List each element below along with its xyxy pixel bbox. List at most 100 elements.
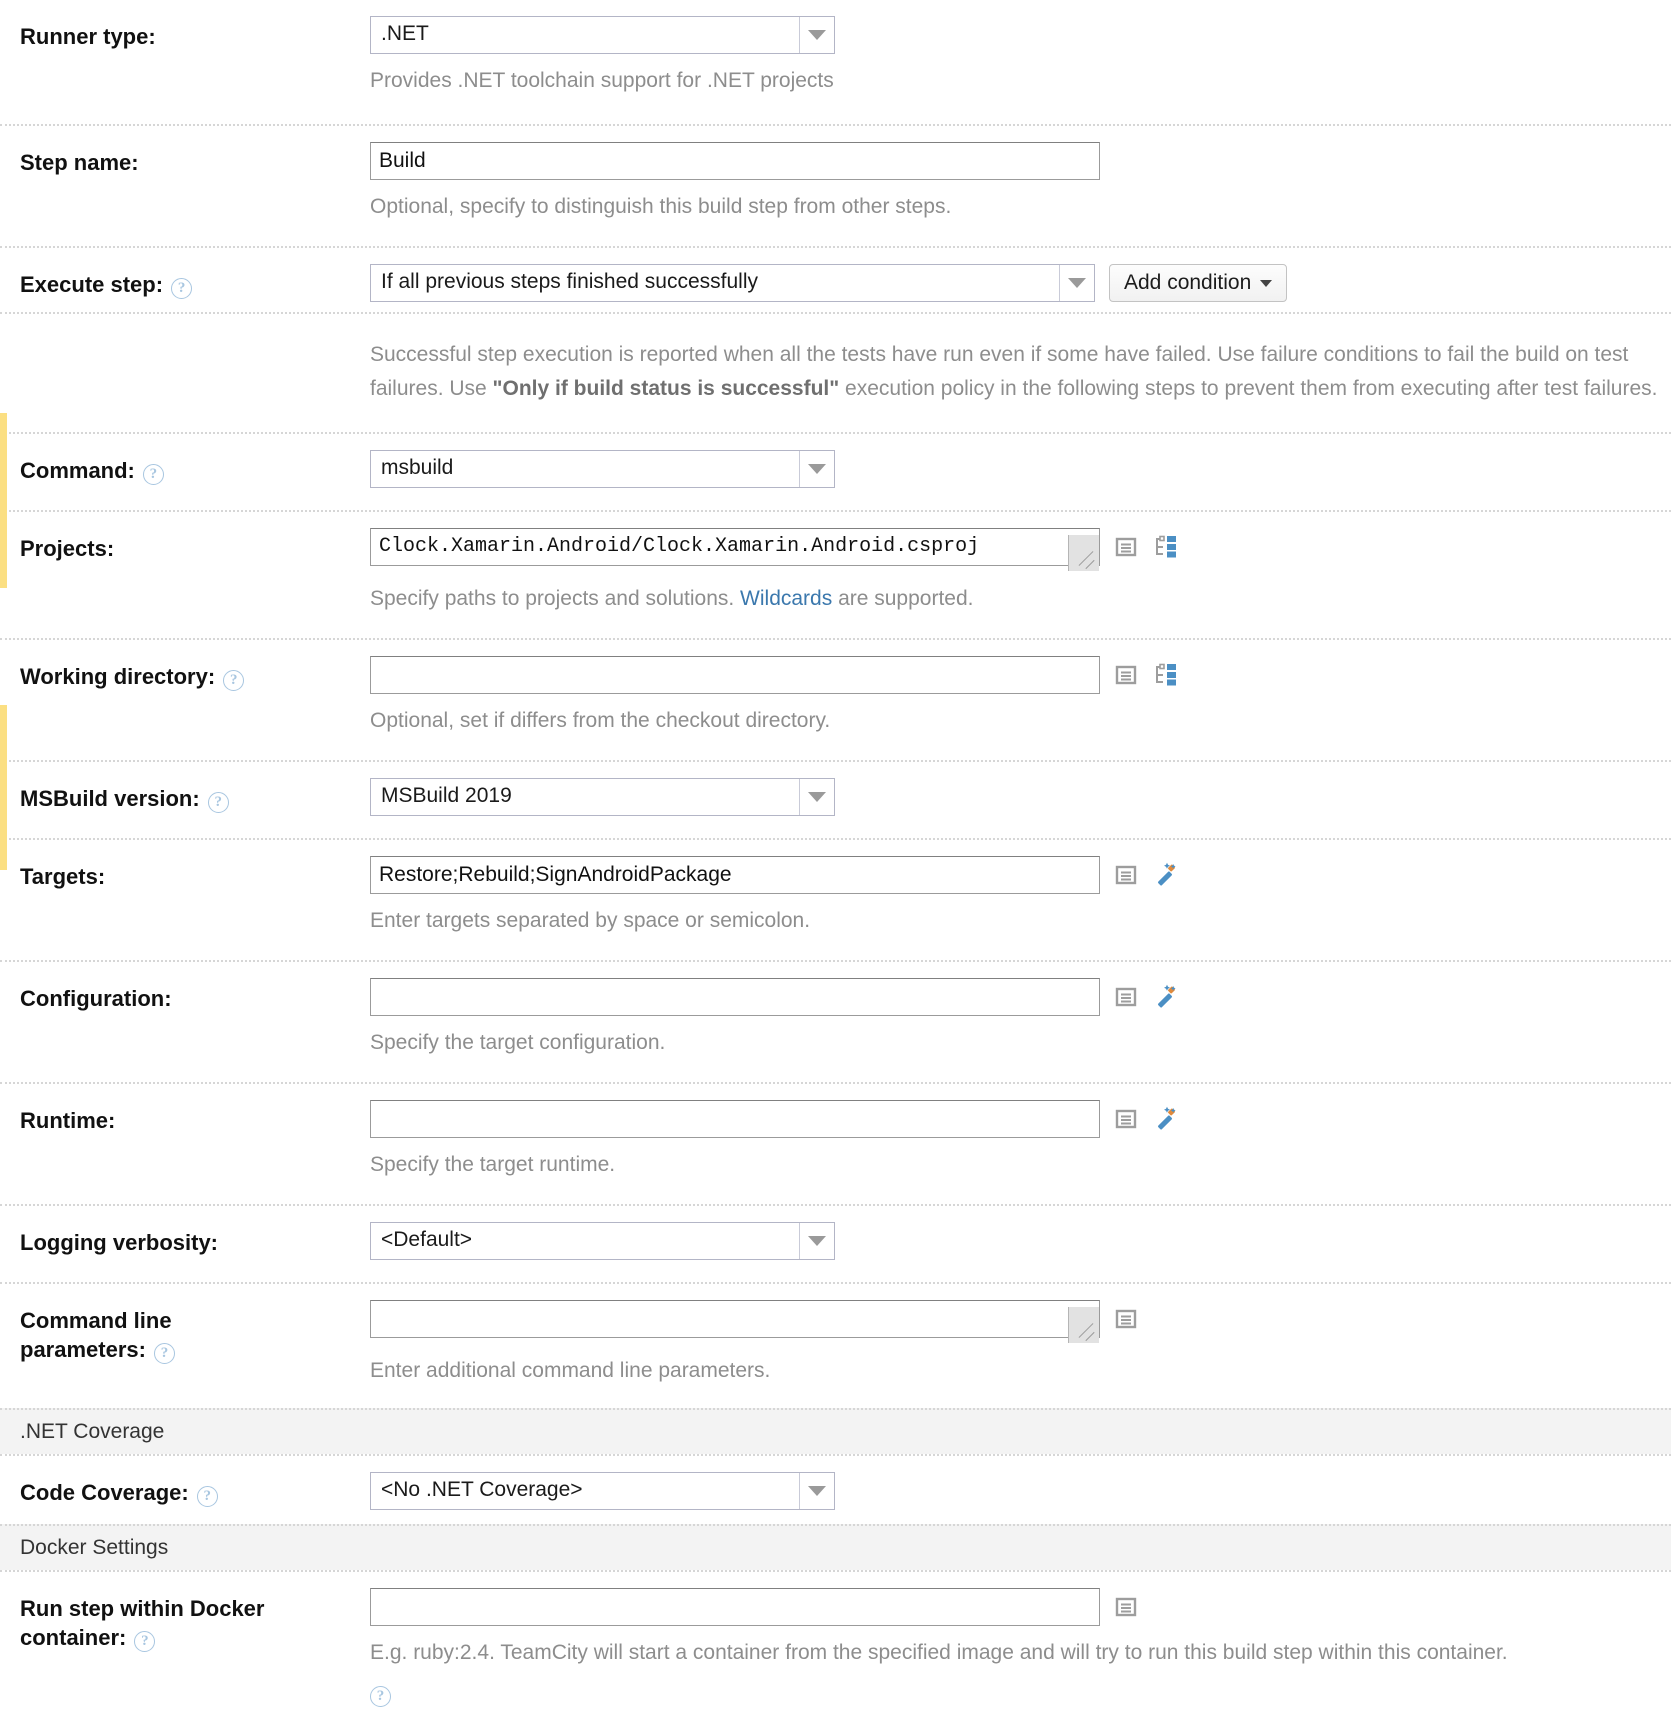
help-icon[interactable]: ? bbox=[223, 670, 245, 692]
parameter-list-icon[interactable] bbox=[1114, 863, 1138, 887]
projects-hint-part2: are supported. bbox=[832, 587, 974, 611]
msbuild-version-label: MSBuild version: ? bbox=[0, 762, 370, 819]
help-icon[interactable]: ? bbox=[196, 1486, 218, 1508]
add-condition-button[interactable]: Add condition bbox=[1109, 264, 1288, 303]
code-coverage-label: Code Coverage: ? bbox=[0, 1456, 370, 1513]
row-runner-type: Runner type: .NET Provides .NET toolchai… bbox=[0, 0, 1671, 108]
command-line-parameters-icon-group bbox=[1114, 1300, 1138, 1338]
configuration-hint: Specify the target configuration. bbox=[370, 1031, 666, 1055]
docker-container-label: Run step within Docker container: ? bbox=[0, 1572, 370, 1658]
configuration-label: Configuration: bbox=[0, 962, 370, 1019]
row-docker-container: Run step within Docker container: ? E.g.… bbox=[0, 1570, 1671, 1717]
code-coverage-label-text: Code Coverage: bbox=[20, 1480, 189, 1506]
command-line-parameters-textarea[interactable] bbox=[370, 1300, 1100, 1339]
logging-verbosity-label: Logging verbosity: bbox=[0, 1206, 370, 1263]
wildcards-link[interactable]: Wildcards bbox=[740, 587, 832, 610]
targets-hint: Enter targets separated by space or semi… bbox=[370, 909, 811, 933]
execute-step-hint-cell: Successful step execution is reported wh… bbox=[370, 314, 1671, 416]
projects-textarea[interactable] bbox=[370, 528, 1100, 567]
runner-type-select[interactable]: .NET bbox=[370, 16, 835, 54]
parameter-list-icon[interactable] bbox=[1114, 663, 1138, 687]
chevron-down-icon bbox=[1260, 279, 1273, 287]
targets-label: Targets: bbox=[0, 840, 370, 897]
docker-container-label-line1: Run step within Docker bbox=[20, 1596, 265, 1622]
help-icon[interactable]: ? bbox=[370, 1686, 391, 1708]
code-coverage-select[interactable]: <No .NET Coverage> bbox=[370, 1472, 835, 1511]
working-directory-input[interactable] bbox=[370, 656, 1100, 695]
targets-label-text: Targets: bbox=[20, 864, 106, 890]
command-label: Command: ? bbox=[0, 434, 370, 491]
step-name-input[interactable] bbox=[370, 142, 1100, 181]
row-command-line-parameters: Command line parameters: ? Enter additio… bbox=[0, 1282, 1671, 1398]
projects-icon-group bbox=[1114, 528, 1180, 566]
working-directory-field: Optional, set if differs from the checko… bbox=[370, 640, 1671, 748]
logging-verbosity-field: <Default> bbox=[370, 1206, 1671, 1270]
targets-icon-group bbox=[1114, 856, 1180, 894]
section-header-docker-settings: Docker Settings bbox=[0, 1524, 1671, 1571]
command-line-parameters-textarea-wrap bbox=[370, 1300, 1100, 1344]
docker-container-field: E.g. ruby:2.4. TeamCity will start a con… bbox=[370, 1572, 1671, 1717]
help-icon[interactable]: ? bbox=[142, 464, 164, 486]
docker-container-icon-group bbox=[1114, 1588, 1138, 1626]
help-icon[interactable]: ? bbox=[207, 792, 229, 814]
help-icon[interactable]: ? bbox=[134, 1631, 156, 1653]
runtime-label-text: Runtime: bbox=[20, 1108, 116, 1134]
docker-container-hint: E.g. ruby:2.4. TeamCity will start a con… bbox=[370, 1641, 1508, 1665]
targets-field: Enter targets separated by space or semi… bbox=[370, 840, 1671, 948]
logging-verbosity-select-wrap: <Default> bbox=[370, 1222, 835, 1261]
command-line-parameters-label-line1: Command line bbox=[20, 1308, 172, 1334]
msbuild-version-select-wrap: MSBuild 2019 bbox=[370, 778, 835, 817]
execute-step-select[interactable]: If all previous steps finished successfu… bbox=[370, 264, 1095, 303]
command-select[interactable]: msbuild bbox=[370, 450, 835, 489]
magic-wand-icon[interactable] bbox=[1154, 862, 1180, 888]
execute-step-hint-part2: execution policy in the following steps … bbox=[839, 377, 1658, 401]
row-runtime: Runtime: Specify the target runtime. bbox=[0, 1082, 1671, 1192]
code-coverage-field: <No .NET Coverage> bbox=[370, 1456, 1671, 1524]
row-configuration: Configuration: Specify the target config… bbox=[0, 960, 1671, 1070]
projects-hint-part1: Specify paths to projects and solutions. bbox=[370, 587, 741, 611]
projects-label: Projects: bbox=[0, 512, 370, 569]
runtime-input[interactable] bbox=[370, 1100, 1100, 1139]
magic-wand-icon[interactable] bbox=[1154, 984, 1180, 1010]
logging-verbosity-select[interactable]: <Default> bbox=[370, 1222, 835, 1261]
configuration-field: Specify the target configuration. bbox=[370, 962, 1671, 1070]
row-step-name: Step name: Optional, specify to distingu… bbox=[0, 124, 1671, 234]
row-logging-verbosity: Logging verbosity: <Default> bbox=[0, 1204, 1671, 1270]
row-working-directory: Working directory: ? Optional, set if di… bbox=[0, 638, 1671, 748]
step-name-label-text: Step name: bbox=[20, 150, 139, 176]
help-icon[interactable]: ? bbox=[153, 1343, 175, 1365]
runner-type-label-text: Runner type: bbox=[20, 24, 156, 49]
parameter-list-icon[interactable] bbox=[1114, 1307, 1138, 1331]
step-name-label: Step name: bbox=[0, 126, 370, 183]
docker-container-input[interactable] bbox=[370, 1588, 1100, 1627]
runner-type-hint: Provides .NET toolchain support for .NET… bbox=[370, 69, 834, 92]
msbuild-version-select[interactable]: MSBuild 2019 bbox=[370, 778, 835, 817]
parameter-list-icon[interactable] bbox=[1114, 535, 1138, 559]
code-coverage-select-wrap: <No .NET Coverage> bbox=[370, 1472, 835, 1511]
magic-wand-icon[interactable] bbox=[1154, 1106, 1180, 1132]
row-execute-step: Execute step: ? If all previous steps fi… bbox=[0, 246, 1671, 312]
parameter-list-icon[interactable] bbox=[1114, 1595, 1138, 1619]
execute-step-label: Execute step: ? bbox=[0, 248, 370, 305]
working-directory-label-text: Working directory: bbox=[20, 664, 216, 690]
runner-type-field: .NET Provides .NET toolchain support for… bbox=[370, 0, 1671, 108]
parameter-list-icon[interactable] bbox=[1114, 985, 1138, 1009]
execute-step-hint-bold: "Only if build status is successful" bbox=[492, 377, 840, 401]
parameter-list-icon[interactable] bbox=[1114, 1107, 1138, 1131]
configuration-input[interactable] bbox=[370, 978, 1100, 1017]
execute-step-hint: Successful step execution is reported wh… bbox=[370, 338, 1671, 406]
step-name-hint: Optional, specify to distinguish this bu… bbox=[370, 195, 952, 219]
working-directory-label: Working directory: ? bbox=[0, 640, 370, 697]
highlight-bar-command-group bbox=[0, 413, 7, 588]
help-icon[interactable]: ? bbox=[171, 278, 193, 300]
vcs-tree-icon[interactable] bbox=[1154, 535, 1180, 559]
targets-input[interactable] bbox=[370, 856, 1100, 895]
runtime-label: Runtime: bbox=[0, 1084, 370, 1141]
vcs-tree-icon[interactable] bbox=[1154, 663, 1180, 687]
command-line-parameters-field: Enter additional command line parameters… bbox=[370, 1284, 1671, 1398]
command-field: msbuild bbox=[370, 434, 1671, 498]
row-code-coverage: Code Coverage: ? <No .NET Coverage> bbox=[0, 1454, 1671, 1524]
build-step-settings-form: Runner type: .NET Provides .NET toolchai… bbox=[0, 0, 1671, 1717]
row-execute-step-hint: Successful step execution is reported wh… bbox=[0, 312, 1671, 416]
